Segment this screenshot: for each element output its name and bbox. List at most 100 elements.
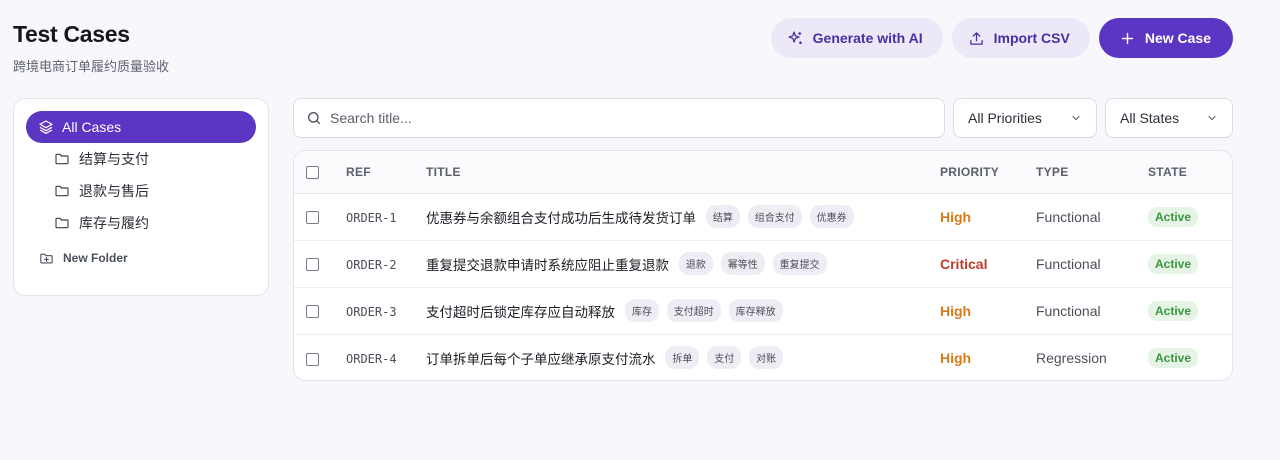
priority-cell: High bbox=[940, 334, 1036, 380]
new-case-label: New Case bbox=[1144, 30, 1211, 46]
title-cell: 优惠券与余额组合支付成功后生成待发货订单 结算 组合支付 优惠券 bbox=[426, 193, 940, 241]
case-tag: 拆单 bbox=[665, 346, 700, 370]
status-badge: Active bbox=[1148, 300, 1199, 321]
new-folder-label: New Folder bbox=[63, 251, 128, 265]
priority-label: High bbox=[940, 302, 972, 319]
row-checkbox-cell bbox=[294, 240, 346, 288]
priority-label: Critical bbox=[940, 255, 988, 272]
column-header-type[interactable]: TYPE bbox=[1036, 151, 1148, 194]
ref-cell: ORDER-3 bbox=[346, 287, 426, 335]
priority-cell: High bbox=[940, 193, 1036, 241]
case-title[interactable]: 订单拆单后每个子单应继承原支付流水 bbox=[426, 352, 656, 368]
status-badge: Active bbox=[1148, 347, 1199, 368]
type-cell: Functional bbox=[1036, 193, 1148, 241]
sidebar-folder[interactable]: 结算与支付 bbox=[26, 143, 256, 175]
row-checkbox-cell bbox=[294, 287, 346, 335]
sidebar-item-all-cases[interactable]: All Cases bbox=[26, 111, 256, 143]
case-title[interactable]: 重复提交退款申请时系统应阻止重复退款 bbox=[426, 258, 669, 274]
priority-filter-select[interactable]: All Priorities bbox=[953, 98, 1097, 138]
type-cell: Regression bbox=[1036, 334, 1148, 380]
row-checkbox[interactable] bbox=[306, 305, 319, 319]
page-subtitle: 跨境电商订单履约质量验收 bbox=[13, 60, 170, 75]
sidebar-folder[interactable]: 库存与履约 bbox=[26, 207, 256, 239]
row-checkbox[interactable] bbox=[306, 211, 319, 225]
row-checkbox[interactable] bbox=[306, 352, 319, 366]
case-title[interactable]: 支付超时后锁定库存应自动释放 bbox=[426, 305, 615, 321]
select-all-checkbox[interactable] bbox=[306, 165, 319, 179]
column-header-state[interactable]: STATE bbox=[1148, 151, 1232, 194]
type-cell: Functional bbox=[1036, 287, 1148, 335]
case-tag: 对账 bbox=[749, 346, 784, 370]
type-label: Regression bbox=[1036, 349, 1107, 366]
title-cell: 支付超时后锁定库存应自动释放 库存 支付超时 库存释放 bbox=[426, 287, 940, 335]
title-cell: 订单拆单后每个子单应继承原支付流水 拆单 支付 对账 bbox=[426, 334, 940, 380]
chevron-down-icon bbox=[1072, 115, 1080, 121]
case-ref: ORDER-3 bbox=[346, 304, 397, 319]
case-tag: 结算 bbox=[705, 205, 740, 228]
folder-plus-icon bbox=[40, 253, 53, 263]
generate-with-ai-label: Generate with AI bbox=[812, 30, 923, 46]
case-tag: 重复提交 bbox=[772, 252, 827, 275]
test-cases-table: REF TITLE PRIORITY TYPE STATE ORDER-1 优惠… bbox=[293, 150, 1233, 381]
status-badge: Active bbox=[1148, 206, 1199, 227]
state-filter-value: All States bbox=[1120, 110, 1180, 126]
priority-label: High bbox=[940, 349, 972, 366]
folder-sidebar: All Cases 结算与支付 退款与售后 库存与履约 New Folder bbox=[13, 98, 269, 296]
case-tag: 优惠券 bbox=[809, 205, 854, 228]
case-tag: 退款 bbox=[678, 252, 713, 275]
generate-with-ai-button[interactable]: Generate with AI bbox=[770, 18, 943, 58]
column-header-priority[interactable]: PRIORITY bbox=[940, 151, 1036, 194]
row-checkbox-cell bbox=[294, 334, 346, 380]
case-tag: 支付 bbox=[707, 346, 742, 370]
type-cell: Functional bbox=[1036, 240, 1148, 288]
page-title: Test Cases bbox=[13, 21, 130, 47]
state-cell: Active bbox=[1148, 334, 1232, 380]
new-case-button[interactable]: New Case bbox=[1098, 18, 1233, 58]
search-box bbox=[293, 98, 945, 138]
case-tag: 库存释放 bbox=[728, 299, 783, 322]
state-cell: Active bbox=[1148, 240, 1232, 288]
sidebar-folder[interactable]: 退款与售后 bbox=[26, 175, 256, 207]
new-folder-button[interactable]: New Folder bbox=[26, 241, 256, 275]
priority-label: High bbox=[940, 208, 972, 225]
search-input[interactable] bbox=[330, 110, 932, 126]
case-ref: ORDER-2 bbox=[346, 257, 397, 272]
ref-cell: ORDER-2 bbox=[346, 240, 426, 288]
folder-icon bbox=[55, 153, 69, 165]
table-row[interactable]: ORDER-1 优惠券与余额组合支付成功后生成待发货订单 结算 组合支付 优惠券… bbox=[294, 193, 1232, 241]
import-csv-button[interactable]: Import CSV bbox=[951, 18, 1090, 58]
type-label: Functional bbox=[1036, 302, 1101, 319]
title-cell: 重复提交退款申请时系统应阻止重复退款 退款 幂等性 重复提交 bbox=[426, 240, 940, 288]
page-header: Test Cases 跨境电商订单履约质量验收 bbox=[13, 20, 169, 75]
case-ref: ORDER-1 bbox=[346, 210, 397, 225]
row-checkbox-cell bbox=[294, 193, 346, 241]
priority-cell: Critical bbox=[940, 240, 1036, 288]
state-filter-select[interactable]: All States bbox=[1105, 98, 1233, 138]
row-checkbox[interactable] bbox=[306, 258, 319, 272]
type-label: Functional bbox=[1036, 208, 1101, 225]
table-row[interactable]: ORDER-2 重复提交退款申请时系统应阻止重复退款 退款 幂等性 重复提交 C… bbox=[294, 240, 1232, 288]
priority-filter-value: All Priorities bbox=[968, 110, 1042, 126]
select-all-cell bbox=[294, 151, 346, 194]
status-badge: Active bbox=[1148, 253, 1199, 274]
case-title[interactable]: 优惠券与余额组合支付成功后生成待发货订单 bbox=[426, 211, 696, 227]
folder-icon bbox=[55, 217, 69, 229]
plus-icon bbox=[1121, 32, 1134, 44]
priority-cell: High bbox=[940, 287, 1036, 335]
sparkles-icon bbox=[788, 30, 802, 44]
state-cell: Active bbox=[1148, 193, 1232, 241]
column-header-title[interactable]: TITLE bbox=[426, 151, 940, 194]
table-row[interactable]: ORDER-4 订单拆单后每个子单应继承原支付流水 拆单 支付 对账 High … bbox=[294, 334, 1232, 380]
case-tag: 组合支付 bbox=[747, 205, 802, 228]
sidebar-folder-label: 库存与履约 bbox=[79, 216, 149, 232]
table-row[interactable]: ORDER-3 支付超时后锁定库存应自动释放 库存 支付超时 库存释放 High… bbox=[294, 287, 1232, 335]
folder-icon bbox=[55, 185, 69, 197]
type-label: Functional bbox=[1036, 255, 1101, 272]
state-cell: Active bbox=[1148, 287, 1232, 335]
case-tag: 库存 bbox=[624, 299, 659, 322]
case-tag: 支付超时 bbox=[666, 299, 721, 322]
case-tag: 幂等性 bbox=[720, 252, 765, 275]
case-ref: ORDER-4 bbox=[346, 351, 397, 366]
ref-cell: ORDER-1 bbox=[346, 193, 426, 241]
column-header-ref[interactable]: REF bbox=[346, 151, 426, 194]
